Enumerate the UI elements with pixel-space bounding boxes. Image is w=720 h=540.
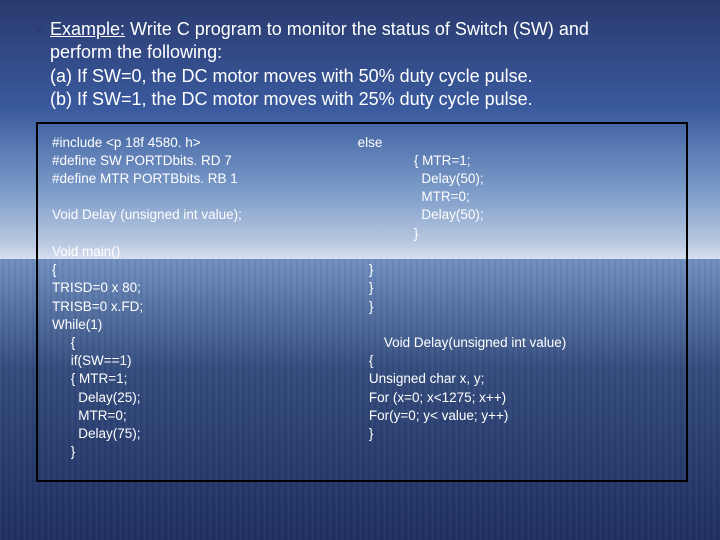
title-line4: (b) If SW=1, the DC motor moves with 25%… <box>36 88 688 111</box>
bullet-icon <box>36 27 42 33</box>
title-underline: Example: <box>50 19 125 39</box>
slide: Example: Write C program to monitor the … <box>0 0 720 540</box>
title-line2: perform the following: <box>36 41 688 64</box>
code-right-column: else { MTR=1; Delay(50); MTR=0; Delay(50… <box>350 134 672 468</box>
title-line1: Example: Write C program to monitor the … <box>36 18 688 41</box>
code-left-column: #include <p 18f 4580. h> #define SW PORT… <box>52 134 350 468</box>
code-box: #include <p 18f 4580. h> #define SW PORT… <box>36 122 688 482</box>
example-title: Example: Write C program to monitor the … <box>36 18 688 112</box>
title-line3: (a) If SW=0, the DC motor moves with 50%… <box>36 65 688 88</box>
title-rest: Write C program to monitor the status of… <box>125 19 589 39</box>
